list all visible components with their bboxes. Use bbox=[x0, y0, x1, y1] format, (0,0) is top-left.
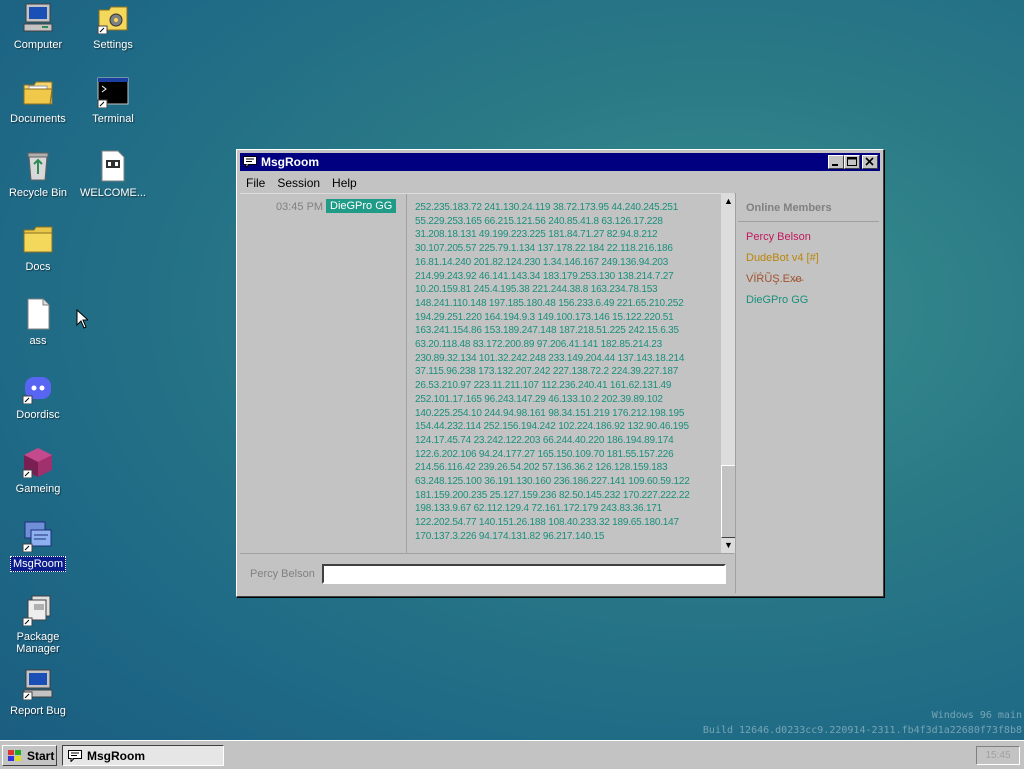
msgroom-icon bbox=[22, 520, 54, 553]
taskbar-item-msgroom[interactable]: MsgRoom bbox=[62, 745, 224, 766]
desktop-icon-label: Documents bbox=[10, 113, 66, 125]
desktop-icon-report-bug[interactable]: Report Bug bbox=[1, 668, 75, 718]
desktop-icon-label: WELCOME... bbox=[79, 187, 146, 199]
window-title: MsgRoom bbox=[261, 155, 319, 169]
chat-icon bbox=[243, 156, 257, 169]
minimize-button[interactable] bbox=[828, 155, 844, 169]
menu-help[interactable]: Help bbox=[326, 176, 363, 190]
menu-bar: File Session Help bbox=[240, 173, 880, 193]
desktop-icon-doordisc[interactable]: Doordisc bbox=[1, 372, 75, 422]
desktop-icon-settings[interactable]: Settings bbox=[76, 2, 150, 52]
discord-icon bbox=[22, 372, 54, 405]
desktop-icon-terminal[interactable]: Terminal bbox=[76, 76, 150, 126]
desktop-icon-label: MsgRoom bbox=[9, 556, 67, 572]
folder-icon bbox=[22, 76, 54, 108]
chat-icon bbox=[68, 749, 82, 762]
message-input[interactable] bbox=[322, 564, 726, 584]
taskbar-clock: 15:45 bbox=[976, 746, 1020, 765]
cube-icon bbox=[22, 446, 54, 479]
build-watermark-line2: Build 12646.d0233cc9.220914-2311.fb4f3d1… bbox=[702, 725, 1022, 736]
member-item[interactable]: VÏŔŨŞ.Ex̵e̵ bbox=[746, 273, 802, 285]
desktop-icon-label: Settings bbox=[93, 39, 133, 51]
terminal-icon bbox=[97, 76, 129, 109]
msgroom-window[interactable]: MsgRoom File Session Help 03:45 PM DieGP… bbox=[236, 149, 884, 597]
taskbar-item-label: MsgRoom bbox=[87, 748, 145, 763]
desktop-icon-label: Computer bbox=[13, 39, 63, 51]
desktop-icon-computer[interactable]: Computer bbox=[1, 2, 75, 52]
scroll-down-icon[interactable]: ▼ bbox=[721, 538, 736, 553]
desktop-icon-label: Doordisc bbox=[16, 409, 60, 421]
online-members-panel: Online Members Percy Belson DudeBot v4 [… bbox=[735, 193, 881, 593]
menu-session[interactable]: Session bbox=[271, 176, 326, 190]
window-titlebar[interactable]: MsgRoom bbox=[240, 153, 880, 171]
desktop-icon-label: Package Manager bbox=[16, 631, 60, 655]
desktop-icon-ass[interactable]: ass bbox=[1, 298, 75, 348]
settings-icon bbox=[97, 2, 129, 35]
package-icon bbox=[22, 594, 54, 627]
start-logo-icon bbox=[8, 749, 21, 761]
scroll-up-icon[interactable]: ▲ bbox=[721, 194, 736, 209]
recycle-bin-icon bbox=[22, 150, 54, 182]
document-icon bbox=[97, 150, 129, 182]
desktop-icon-label: Report Bug bbox=[10, 705, 66, 717]
folder-icon bbox=[22, 224, 54, 256]
desktop-icon-label: Terminal bbox=[92, 113, 134, 125]
desktop-icon-label: ass bbox=[29, 335, 47, 347]
member-item[interactable]: Percy Belson bbox=[746, 231, 811, 243]
scroll-thumb[interactable] bbox=[721, 465, 736, 538]
start-button[interactable]: Start bbox=[2, 745, 57, 766]
report-bug-icon bbox=[22, 668, 54, 701]
maximize-button[interactable] bbox=[844, 155, 860, 169]
desktop-icon-label: Gameing bbox=[15, 483, 61, 495]
members-divider bbox=[738, 221, 879, 222]
current-nick-label: Percy Belson bbox=[250, 568, 315, 580]
minimize-icon bbox=[832, 164, 838, 166]
desktop-icon-gameing[interactable]: Gameing bbox=[1, 446, 75, 496]
message-meta: 03:45 PM DieGPro GG bbox=[240, 194, 407, 553]
message-input-row: Percy Belson bbox=[240, 553, 734, 594]
message-timestamp: 03:45 PM bbox=[276, 201, 324, 213]
online-members-header: Online Members bbox=[746, 202, 832, 214]
desktop-icon-msgroom[interactable]: MsgRoom bbox=[1, 520, 75, 572]
maximize-icon bbox=[847, 157, 857, 166]
build-watermark-line1: Windows 96 main bbox=[931, 710, 1022, 721]
mouse-cursor-icon bbox=[76, 308, 90, 332]
start-label: Start bbox=[27, 748, 55, 763]
menu-file[interactable]: File bbox=[240, 176, 271, 190]
file-icon bbox=[22, 298, 54, 330]
member-item[interactable]: DudeBot v4 [#] bbox=[746, 252, 819, 264]
desktop-icon-welcome[interactable]: WELCOME... bbox=[76, 150, 150, 200]
close-button[interactable] bbox=[862, 155, 878, 169]
desktop-icon-documents[interactable]: Documents bbox=[1, 76, 75, 126]
desktop-icon-docs[interactable]: Docs bbox=[1, 224, 75, 274]
chat-log: 03:45 PM DieGPro GG 252.235.183.72 241.1… bbox=[240, 193, 736, 553]
desktop-icon-package-manager[interactable]: Package Manager bbox=[1, 594, 75, 656]
desktop-icon-recycle-bin[interactable]: Recycle Bin bbox=[1, 150, 75, 200]
member-item[interactable]: DieGPro GG bbox=[746, 294, 808, 306]
message-author-badge[interactable]: DieGPro GG bbox=[326, 199, 397, 213]
close-icon bbox=[865, 157, 874, 166]
desktop-icon-label: Recycle Bin bbox=[8, 187, 68, 199]
desktop-icon-label: Docs bbox=[25, 261, 51, 273]
computer-icon bbox=[22, 2, 54, 34]
chat-scrollbar[interactable]: ▲ ▼ bbox=[721, 194, 736, 553]
message-text: 252.235.183.72 241.130.24.119 38.72.173.… bbox=[415, 202, 690, 542]
taskbar: Start MsgRoom 15:45 bbox=[0, 740, 1024, 769]
